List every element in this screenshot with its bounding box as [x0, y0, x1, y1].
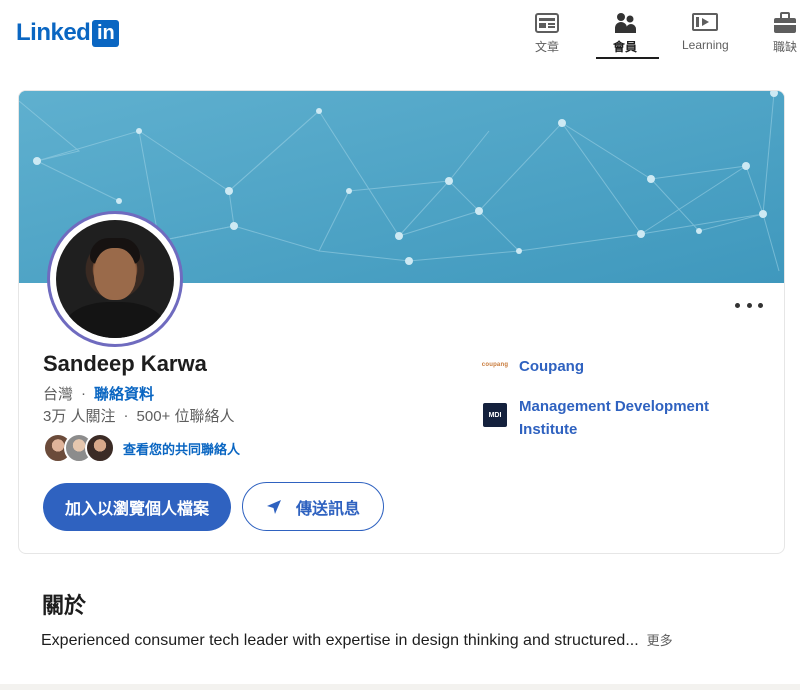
followers-count: 3万 人關注 — [43, 408, 116, 425]
profile-name: Sandeep Karwa — [43, 351, 207, 376]
logo-badge: in — [92, 19, 120, 47]
join-to-view-profile-button[interactable]: 加入以瀏覽個人檔案 — [43, 483, 231, 531]
company-coupang[interactable]: coupang Coupang — [481, 355, 584, 378]
logo-wordmark: Linked — [16, 19, 91, 46]
coupang-logo: coupang — [481, 362, 509, 368]
profile-card: Sandeep Karwa 台灣 · 聯絡資料 3万 人關注 · 500+ 位聯… — [18, 90, 785, 554]
contact-info-link[interactable]: 聯絡資料 — [94, 383, 154, 404]
education-name: Management Development Institute — [519, 398, 710, 438]
nav-people-label: 會員 — [612, 40, 637, 54]
nav-jobs[interactable]: 職缺 — [772, 12, 798, 58]
nav-articles-label: 文章 — [534, 40, 559, 54]
avatar — [56, 220, 174, 338]
people-icon — [612, 12, 638, 34]
separator-dot: · — [123, 407, 129, 424]
nav-articles[interactable]: 文章 — [534, 12, 560, 58]
location-line: 台灣 · 聯絡資料 — [43, 383, 154, 404]
see-more-link[interactable]: 更多 — [647, 630, 673, 649]
company-mdi[interactable]: MDI Management Development Institute — [483, 395, 739, 441]
about-text: Experienced consumer tech leader with ex… — [41, 632, 639, 649]
profile-photo[interactable] — [47, 211, 183, 347]
active-nav-indicator — [596, 57, 659, 59]
mutual-connections[interactable]: 查看您的共同聯絡人 — [43, 433, 240, 463]
about-heading: 關於 — [42, 593, 87, 618]
separator-dot: · — [81, 385, 87, 402]
stats-line: 3万 人關注 · 500+ 位聯絡人 — [43, 405, 234, 426]
page-divider — [0, 684, 800, 690]
learning-icon — [692, 12, 719, 34]
nav-learning-label: Learning — [682, 38, 729, 52]
linkedin-logo[interactable]: Linked in — [16, 19, 120, 47]
mutual-avatars — [43, 433, 115, 463]
mutual-connections-link[interactable]: 查看您的共同聯絡人 — [123, 439, 240, 458]
connections-count: 500+ 位聯絡人 — [136, 408, 235, 425]
articles-icon — [534, 12, 560, 34]
about-summary: Experienced consumer tech leader with ex… — [41, 630, 673, 650]
profile-location: 台灣 — [43, 386, 74, 403]
nav-jobs-label: 職缺 — [772, 40, 797, 54]
top-nav-bar: Linked in 文章 會員 Learning 職缺 — [0, 0, 800, 62]
send-icon — [266, 499, 282, 515]
send-message-label: 傳送訊息 — [295, 500, 360, 518]
nav-people[interactable]: 會員 — [612, 12, 638, 58]
mutual-avatar — [85, 433, 115, 463]
briefcase-icon — [772, 12, 798, 34]
nav-learning[interactable]: Learning — [682, 12, 729, 58]
company-name: Coupang — [519, 358, 584, 375]
more-options-icon[interactable] — [735, 297, 763, 313]
send-message-button[interactable]: 傳送訊息 — [242, 482, 384, 531]
mdi-logo: MDI — [483, 403, 507, 427]
